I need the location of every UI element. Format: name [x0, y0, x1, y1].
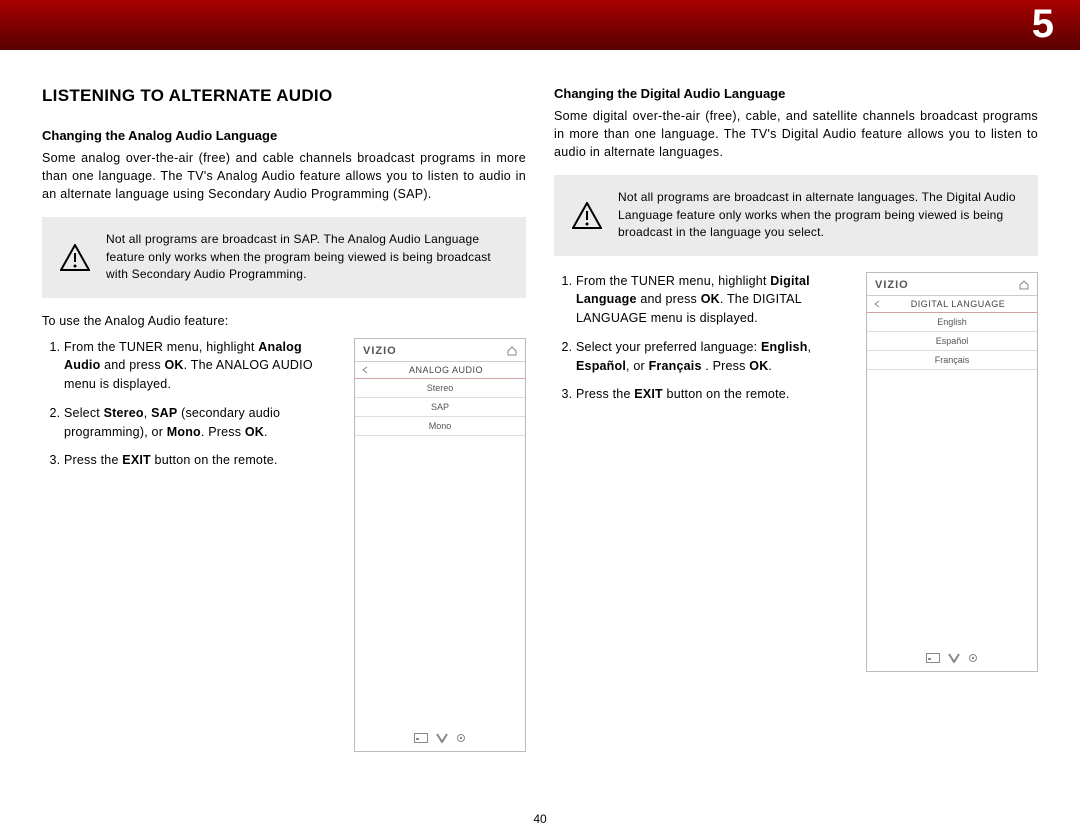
analog-paragraph: Some analog over-the-air (free) and cabl…: [42, 149, 526, 203]
cc-icon: [926, 653, 940, 663]
warning-icon: [60, 244, 90, 271]
digital-note-box: Not all programs are broadcast in altern…: [554, 175, 1038, 255]
analog-steps: From the TUNER menu, highlight Analog Au…: [42, 338, 336, 481]
analog-step-3: Press the EXIT button on the remote.: [64, 451, 336, 470]
digital-language-menu: VIZIO DIGITAL LANGUAGE English Español F…: [866, 272, 1038, 672]
digital-steps: From the TUNER menu, highlight Digital L…: [554, 272, 848, 415]
left-column: LISTENING TO ALTERNATE AUDIO Changing th…: [42, 86, 526, 752]
vizio-logo: VIZIO: [363, 345, 397, 357]
menu-title-row: ANALOG AUDIO: [355, 361, 525, 379]
analog-note-text: Not all programs are broadcast in SAP. T…: [106, 231, 508, 283]
menu-item: Español: [867, 332, 1037, 351]
chapter-header-bar: 5: [0, 0, 1080, 50]
digital-step-2: Select your preferred language: English,…: [576, 338, 848, 376]
v-icon: [436, 733, 448, 743]
section-title: LISTENING TO ALTERNATE AUDIO: [42, 86, 526, 106]
digital-paragraph: Some digital over-the-air (free), cable,…: [554, 107, 1038, 161]
menu-title: DIGITAL LANGUAGE: [885, 299, 1031, 309]
analog-steps-row: From the TUNER menu, highlight Analog Au…: [42, 338, 526, 752]
digital-step-3: Press the EXIT button on the remote.: [576, 385, 848, 404]
analog-audio-menu: VIZIO ANALOG AUDIO Stereo SAP Mono: [354, 338, 526, 752]
menu-item: SAP: [355, 398, 525, 417]
menu-title-row: DIGITAL LANGUAGE: [867, 295, 1037, 313]
gear-icon: [456, 733, 466, 743]
menu-header: VIZIO: [355, 339, 525, 361]
menu-item: Stereo: [355, 379, 525, 398]
subheading-digital: Changing the Digital Audio Language: [554, 86, 1038, 101]
subheading-analog: Changing the Analog Audio Language: [42, 128, 526, 143]
chapter-number: 5: [1032, 2, 1054, 47]
warning-icon: [572, 202, 602, 229]
analog-note-box: Not all programs are broadcast in SAP. T…: [42, 217, 526, 297]
menu-item: English: [867, 313, 1037, 332]
analog-step-1: From the TUNER menu, highlight Analog Au…: [64, 338, 336, 394]
back-icon: [873, 300, 885, 308]
menu-item: Français: [867, 351, 1037, 370]
digital-steps-row: From the TUNER menu, highlight Digital L…: [554, 272, 1038, 672]
page-number: 40: [0, 812, 1080, 826]
menu-footer-icons: [355, 733, 525, 743]
v-icon: [948, 653, 960, 663]
menu-item: Mono: [355, 417, 525, 436]
right-column: Changing the Digital Audio Language Some…: [554, 86, 1038, 752]
menu-footer-icons: [867, 653, 1037, 663]
analog-lead: To use the Analog Audio feature:: [42, 314, 526, 328]
analog-step-2: Select Stereo, SAP (secondary audio prog…: [64, 404, 336, 442]
home-icon: [507, 346, 517, 356]
gear-icon: [968, 653, 978, 663]
back-icon: [361, 366, 373, 374]
menu-title: ANALOG AUDIO: [373, 365, 519, 375]
digital-step-1: From the TUNER menu, highlight Digital L…: [576, 272, 848, 328]
cc-icon: [414, 733, 428, 743]
vizio-logo: VIZIO: [875, 279, 909, 291]
menu-header: VIZIO: [867, 273, 1037, 295]
content-columns: LISTENING TO ALTERNATE AUDIO Changing th…: [0, 50, 1080, 752]
home-icon: [1019, 280, 1029, 290]
digital-note-text: Not all programs are broadcast in altern…: [618, 189, 1020, 241]
